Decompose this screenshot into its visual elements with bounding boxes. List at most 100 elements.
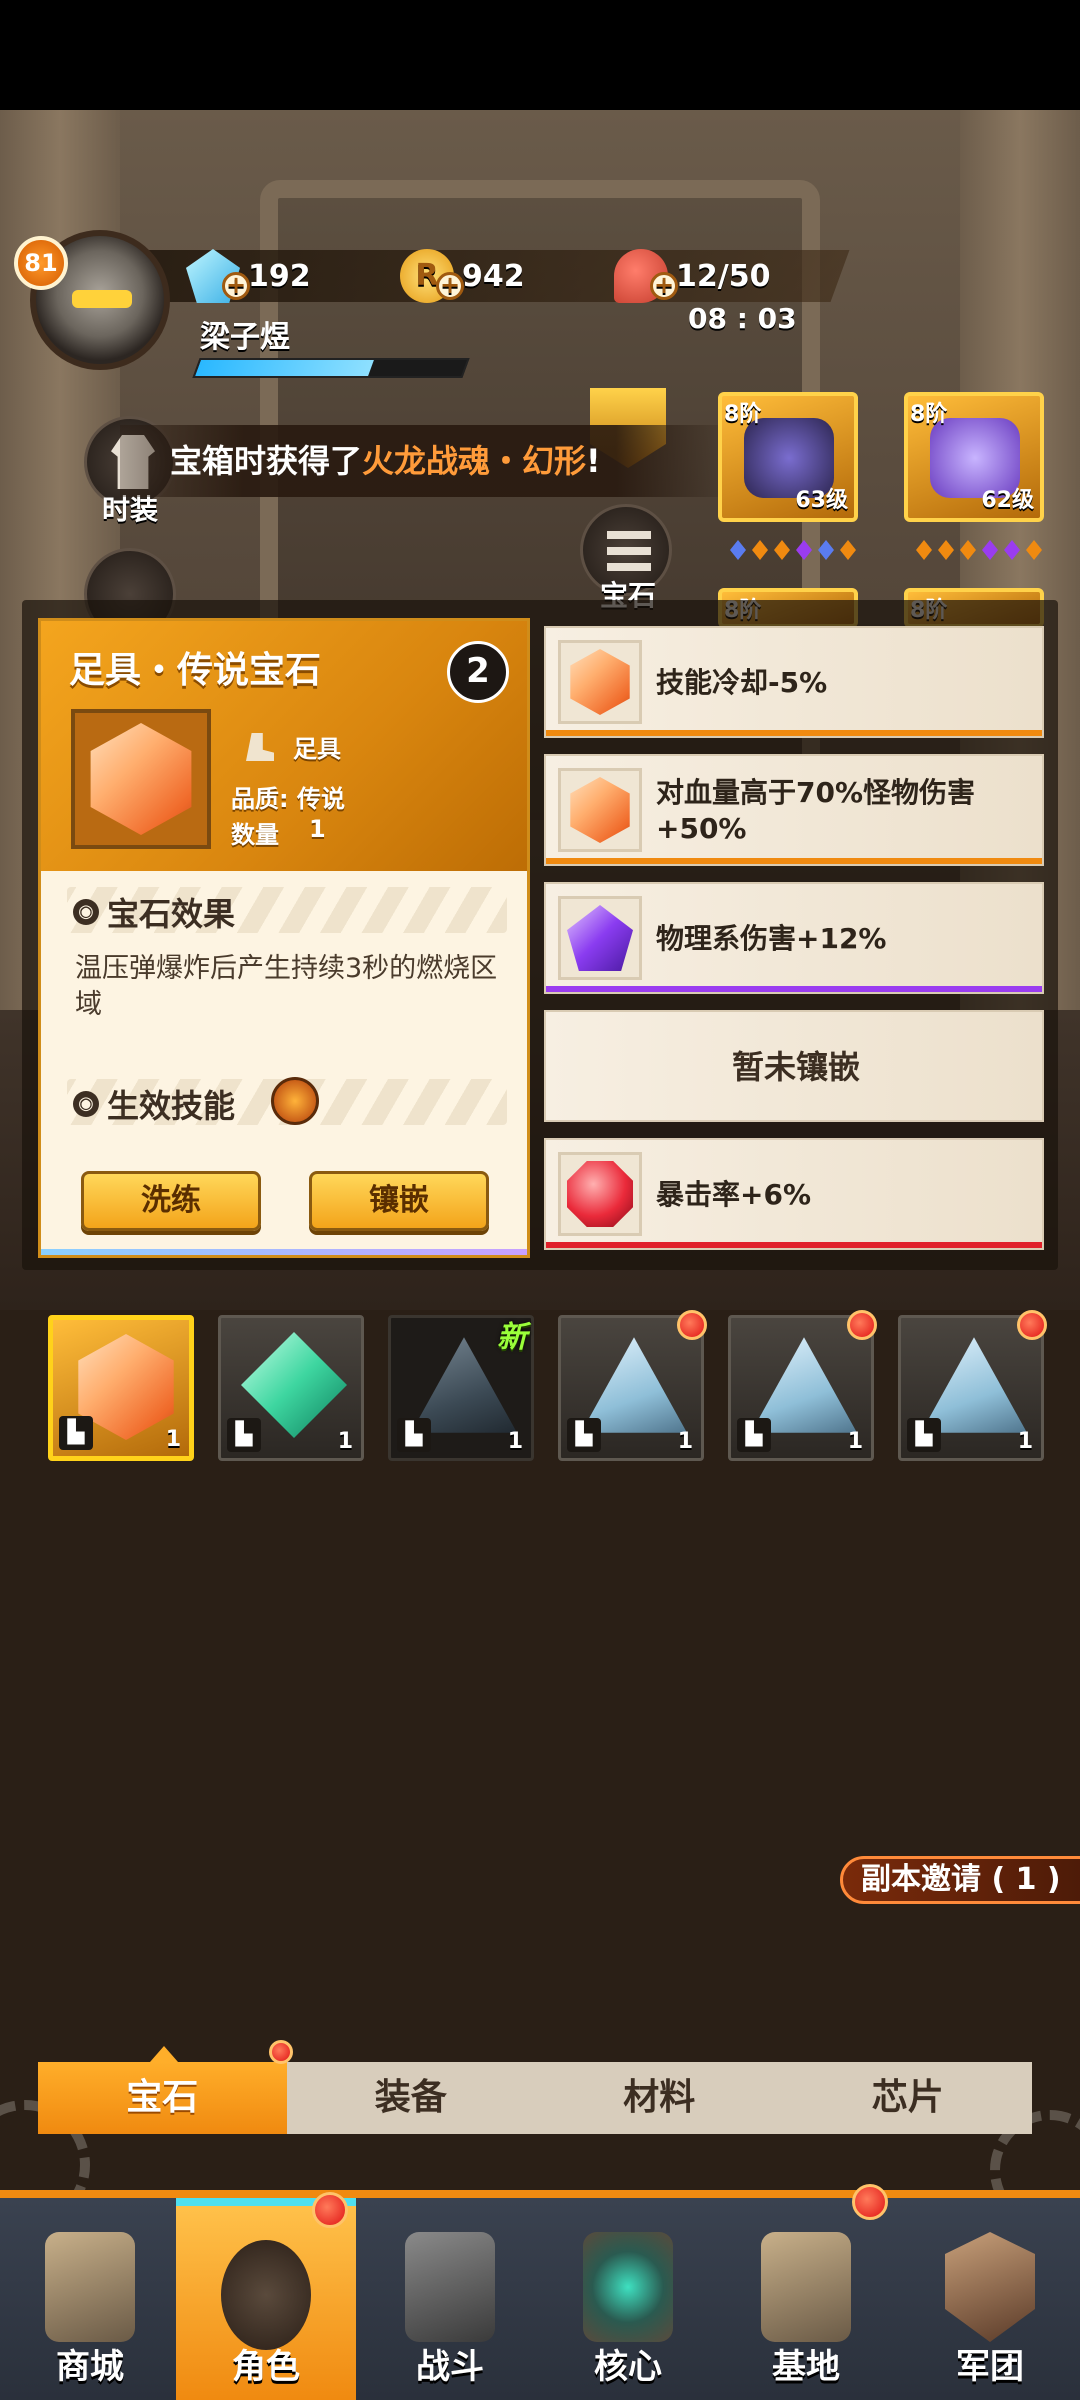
tab-label: 芯片 bbox=[871, 2077, 944, 2118]
socket-color-bar bbox=[546, 858, 1042, 864]
socket-bonus-text: 对血量高于70%怪物伤害+50% bbox=[656, 776, 976, 845]
boot-icon: ▙ bbox=[737, 1418, 771, 1452]
nav-shop[interactable]: 商城 bbox=[0, 2198, 180, 2400]
inventory-gem-orange[interactable]: ▙ 1 bbox=[48, 1315, 194, 1461]
alert-dot bbox=[677, 1310, 707, 1340]
dungeon-invite-button[interactable]: 副本邀请 ( 1 ) bbox=[840, 1856, 1080, 1904]
tab-label: 装备 bbox=[374, 2077, 447, 2118]
gem-dot bbox=[752, 540, 768, 560]
gem-dot bbox=[818, 540, 834, 560]
gem-detail-card: 足具・传说宝石 2 足具 品质: 传说 数量 1 ◉ 宝石效果 温压弹爆炸后产生持… bbox=[38, 618, 530, 1258]
orange-gem-icon bbox=[570, 649, 630, 715]
gem-quantity-label: 数量 bbox=[231, 821, 279, 849]
socket-color-bar bbox=[546, 1242, 1042, 1248]
status-bar bbox=[0, 0, 1080, 110]
tab-gem[interactable]: 宝石 bbox=[38, 2040, 293, 2134]
empty-socket-text: 暂未镶嵌 bbox=[731, 1048, 860, 1086]
inventory-gem-dark[interactable]: ▙ 1 新 bbox=[388, 1315, 534, 1461]
gem-title: 足具・传说宝石 bbox=[69, 650, 322, 691]
alert-dot bbox=[312, 2192, 348, 2228]
socket-bonus-text: 暴击率+6% bbox=[656, 1178, 811, 1211]
socket-color-bar bbox=[546, 986, 1042, 992]
gem-count: 1 bbox=[1017, 1429, 1033, 1454]
inventory-gem-green[interactable]: ▙ 1 bbox=[218, 1315, 364, 1461]
boot-icon bbox=[246, 733, 274, 761]
gem-socket-list: 技能冷却-5% 对血量高于70%怪物伤害+50% 物理系伤害+12% 暂未镶嵌 … bbox=[544, 618, 1044, 1258]
gem-dot bbox=[960, 540, 976, 560]
xp-bar-fill bbox=[195, 360, 374, 376]
nav-base[interactable]: 基地 bbox=[716, 2184, 896, 2400]
stamina-currency[interactable]: + 12/50 bbox=[614, 249, 771, 303]
gem-count: 1 bbox=[847, 1429, 863, 1454]
tab-label: 宝石 bbox=[126, 2077, 199, 2118]
gem-socket-empty[interactable]: 暂未镶嵌 bbox=[544, 1010, 1044, 1122]
gem-dot bbox=[796, 540, 812, 560]
tab-equipment[interactable]: 装备 bbox=[287, 2062, 536, 2134]
equipment-helmet[interactable]: 8阶 63级 bbox=[718, 392, 858, 522]
notice-suffix: ! bbox=[586, 442, 601, 480]
equipment-level: 63级 bbox=[795, 488, 848, 513]
inventory-gem-white[interactable]: ▙ 1 bbox=[728, 1310, 877, 1461]
orange-gem-icon bbox=[90, 723, 192, 835]
nav-label: 角色 bbox=[232, 2347, 300, 2387]
equipment-tier: 8阶 bbox=[910, 402, 948, 427]
effect-description: 温压弹爆炸后产生持续3秒的燃烧区域 bbox=[75, 953, 498, 1020]
effect-heading: 宝石效果 bbox=[107, 895, 236, 933]
boot-icon: ▙ bbox=[59, 1416, 93, 1450]
refresh-icon[interactable]: 2 bbox=[447, 641, 509, 703]
crossed-guns-icon bbox=[405, 2232, 495, 2342]
gem-dot bbox=[1004, 540, 1020, 560]
inlay-button[interactable]: 镶嵌 bbox=[309, 1171, 489, 1231]
socket-gem-frame bbox=[558, 1152, 642, 1236]
gem-socket[interactable]: 物理系伤害+12% bbox=[544, 882, 1044, 994]
socket-bonus-text: 物理系伤害+12% bbox=[656, 922, 887, 955]
notice-highlight: 火龙战魂・幻形 bbox=[362, 442, 587, 480]
skill-icon[interactable] bbox=[271, 1077, 319, 1125]
card-bottom-strip bbox=[41, 1249, 527, 1255]
nav-core[interactable]: 核心 bbox=[538, 2198, 718, 2400]
refine-button[interactable]: 洗练 bbox=[81, 1171, 261, 1231]
nav-character[interactable]: 角色 bbox=[176, 2192, 356, 2400]
equipment-gloves[interactable]: 8阶 62级 bbox=[904, 392, 1044, 522]
red-gem-icon bbox=[567, 1161, 633, 1227]
inventory-gem-white[interactable]: ▙ 1 bbox=[558, 1310, 707, 1461]
gem-currency[interactable]: + 192 bbox=[186, 249, 311, 303]
stamina-count: 12/50 bbox=[676, 258, 771, 294]
socket-gem-frame bbox=[558, 640, 642, 724]
coin-currency[interactable]: R + 942 bbox=[400, 249, 525, 303]
orange-gem-icon bbox=[570, 777, 630, 843]
stamina-timer: 08 : 03 bbox=[688, 302, 797, 335]
alert-dot bbox=[847, 1310, 877, 1340]
new-tag: 新 bbox=[497, 1320, 527, 1355]
coin-count: 942 bbox=[462, 258, 525, 294]
nav-battle[interactable]: 战斗 bbox=[360, 2198, 540, 2400]
tab-chips[interactable]: 芯片 bbox=[784, 2062, 1033, 2134]
socket-color-bar bbox=[546, 730, 1042, 736]
gem-socket[interactable]: 技能冷却-5% bbox=[544, 626, 1044, 738]
tab-materials[interactable]: 材料 bbox=[535, 2062, 784, 2134]
add-coins-icon[interactable]: + bbox=[436, 272, 464, 300]
gem-count: 1 bbox=[165, 1427, 181, 1452]
inventory-gem-white[interactable]: ▙ 1 bbox=[898, 1310, 1047, 1461]
helmet-gem-dots bbox=[730, 540, 856, 562]
tab-label: 材料 bbox=[623, 2077, 696, 2118]
add-stamina-icon[interactable]: + bbox=[650, 272, 678, 300]
broadcast-notice: 宝箱时获得了火龙战魂・幻形! bbox=[120, 425, 740, 497]
gem-count: 1 bbox=[337, 1429, 353, 1454]
skill-heading: 生效技能 bbox=[107, 1087, 236, 1125]
nav-label: 军团 bbox=[956, 2347, 1024, 2387]
gem-slot-type: 足具 bbox=[293, 735, 341, 763]
notice-prefix: 宝箱时获得了 bbox=[170, 442, 363, 480]
gem-dot bbox=[840, 540, 856, 560]
nav-label: 基地 bbox=[772, 2347, 840, 2387]
boot-icon: ▙ bbox=[227, 1418, 261, 1452]
avatar-visor bbox=[72, 290, 132, 308]
gem-count: 1 bbox=[507, 1429, 523, 1454]
add-gems-icon[interactable]: + bbox=[222, 272, 250, 300]
info-icon: ◉ bbox=[73, 1091, 99, 1117]
effect-section-header: ◉ 宝石效果 bbox=[67, 887, 507, 933]
player-name: 梁子煜 bbox=[200, 320, 290, 355]
nav-legion[interactable]: 军团 bbox=[900, 2198, 1080, 2400]
gem-socket[interactable]: 对血量高于70%怪物伤害+50% bbox=[544, 754, 1044, 866]
gem-socket[interactable]: 暴击率+6% bbox=[544, 1138, 1044, 1250]
